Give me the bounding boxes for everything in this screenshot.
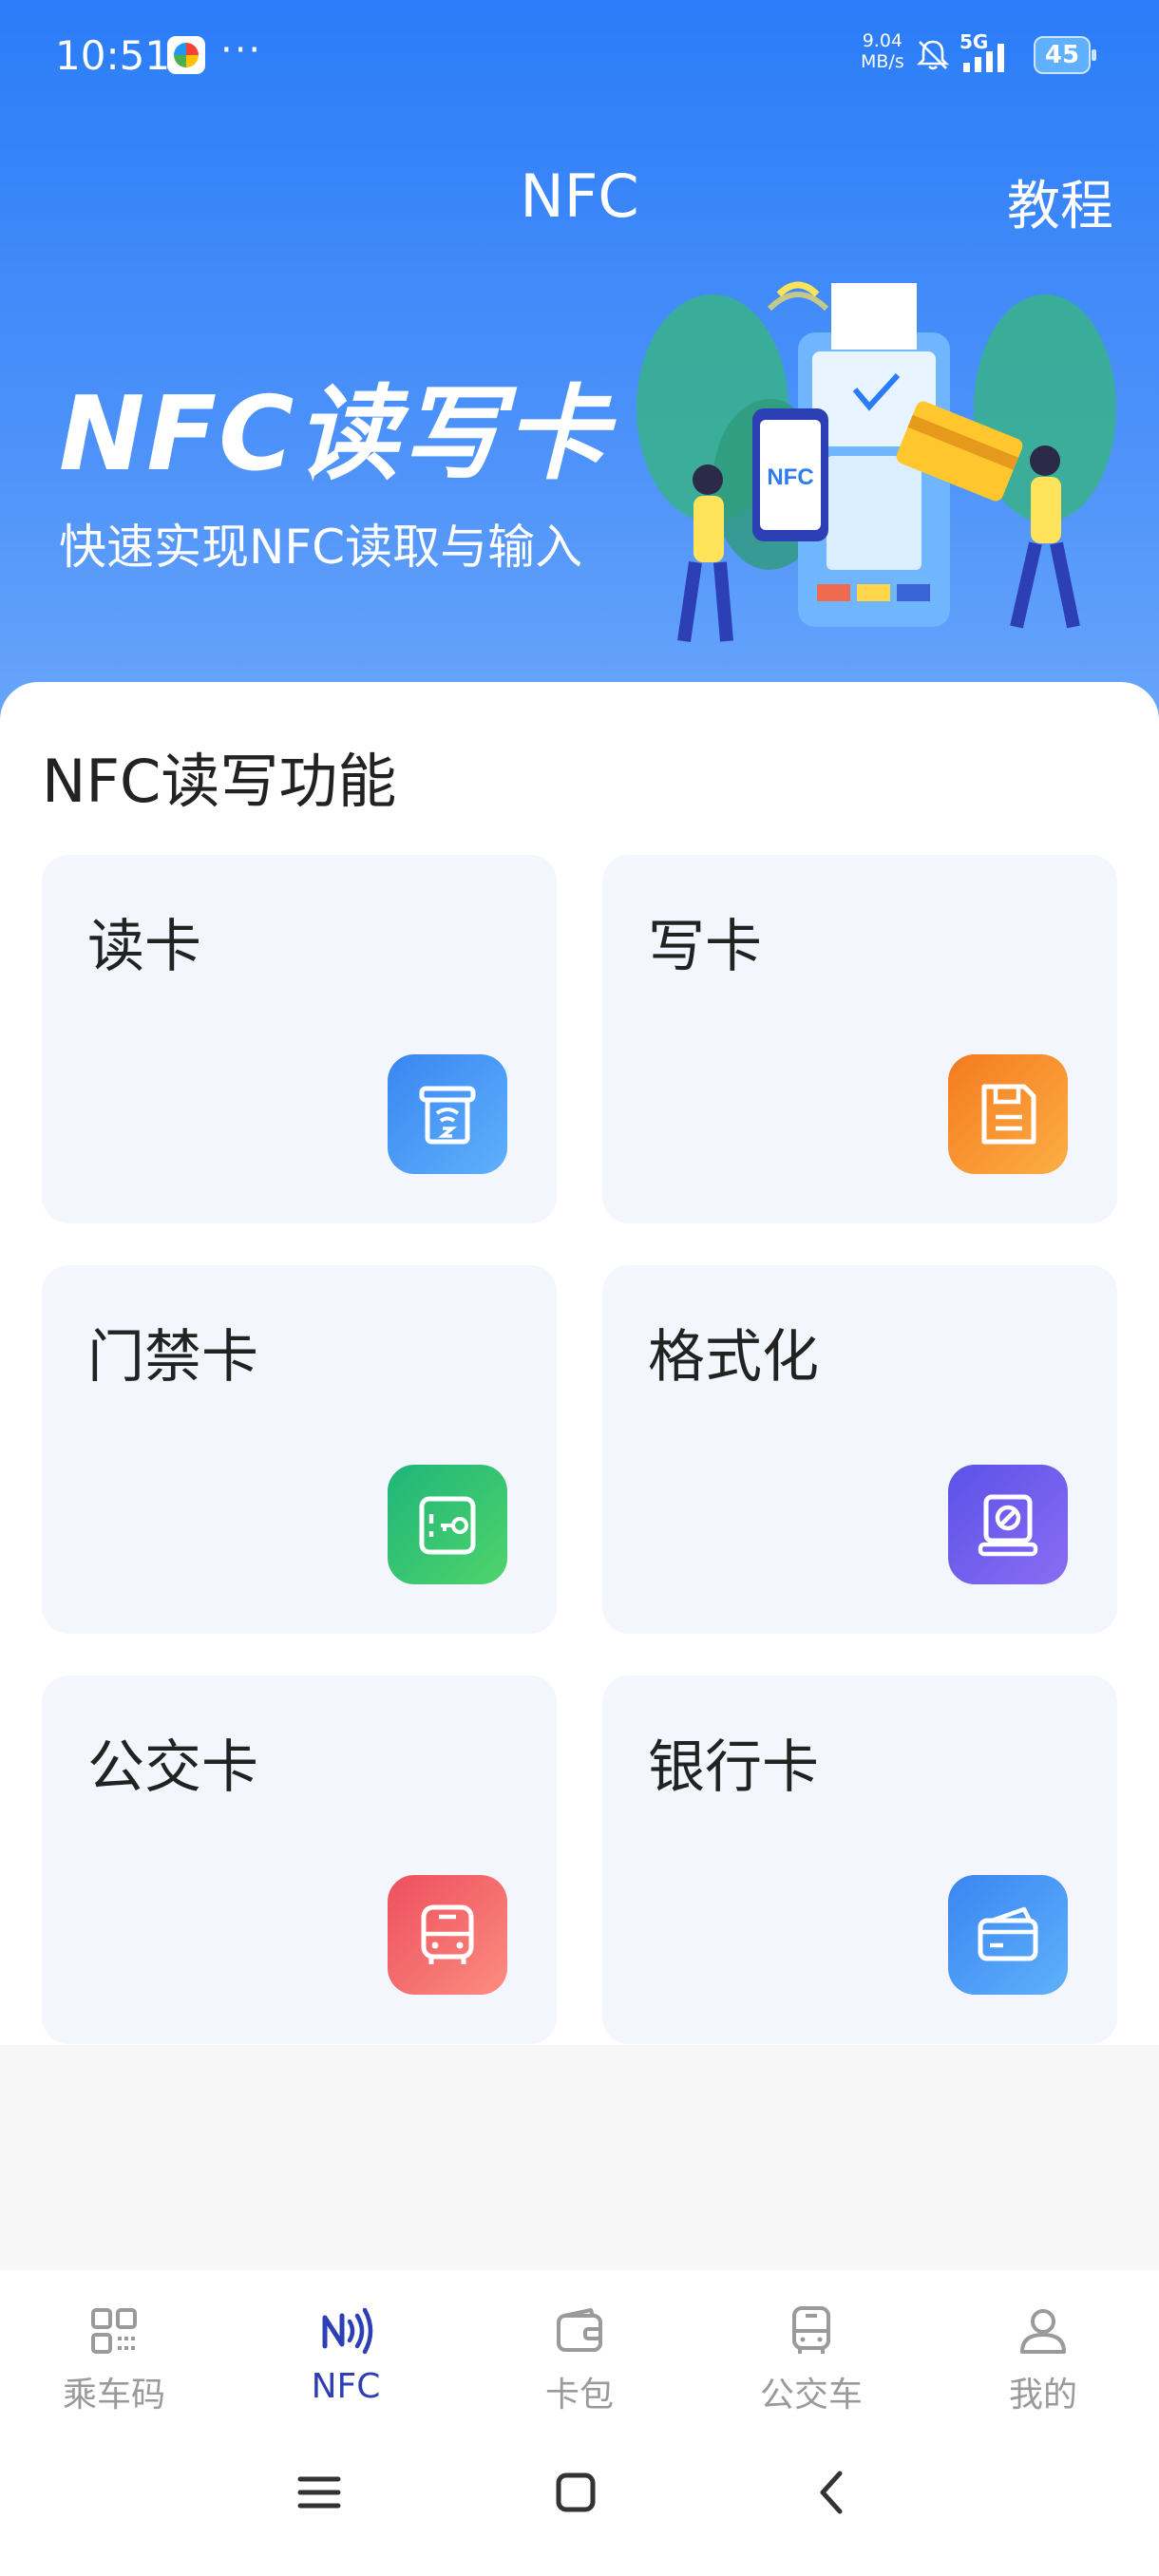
status-bar: 10:51 ··· 9.04 MB/s 5G 45: [0, 0, 1159, 114]
tab-mine[interactable]: 我的: [948, 2302, 1138, 2416]
banner-subtitle: 快速实现NFC读取与输入: [59, 520, 583, 575]
tab-nfc[interactable]: NFC: [251, 2302, 441, 2406]
access-key-icon: [388, 1465, 507, 1584]
qr-code-icon: [91, 2308, 137, 2354]
home-icon[interactable]: [547, 2464, 604, 2521]
tab-ride-code[interactable]: 乘车码: [19, 2302, 209, 2416]
floppy-disk-icon: [948, 1054, 1068, 1174]
tile-format[interactable]: 格式化: [602, 1265, 1117, 1634]
bank-card-icon: [948, 1875, 1068, 1995]
more-notifications-indicator: ···: [220, 28, 263, 72]
header: 10:51 ··· 9.04 MB/s 5G 45 NFC 教程 NFC读写卡 …: [0, 0, 1159, 741]
tab-label: 卡包: [544, 2376, 614, 2415]
nfc-payment-illustration: NFC: [636, 281, 1116, 643]
tile-access-card[interactable]: 门禁卡: [42, 1265, 557, 1634]
illustration-label: NFC: [767, 464, 813, 490]
nfc-icon: [322, 2307, 373, 2355]
tile-label: 读卡: [87, 914, 201, 980]
tile-label: 写卡: [648, 914, 762, 980]
tutorial-button[interactable]: 教程: [1007, 163, 1113, 240]
function-panel: NFC读写功能 读卡 写卡 门禁卡 格式化 公交卡 银行卡: [0, 682, 1159, 2045]
tab-bus[interactable]: 公交车: [716, 2302, 906, 2416]
tile-label: 公交卡: [87, 1734, 258, 1801]
tab-wallet[interactable]: 卡包: [484, 2302, 674, 2416]
tile-bus-card[interactable]: 公交卡: [42, 1676, 557, 2044]
app-notification-icon: [167, 36, 205, 74]
tile-bank-card[interactable]: 银行卡: [602, 1676, 1117, 2044]
tile-label: 格式化: [648, 1324, 819, 1391]
bottom-tab-bar: 乘车码 NFC 卡包 公交车 我的: [0, 2270, 1159, 2430]
network-speed: 9.04 MB/s: [861, 30, 904, 72]
menu-icon[interactable]: [291, 2464, 348, 2521]
back-icon[interactable]: [804, 2464, 861, 2521]
network-speed-unit: MB/s: [861, 51, 904, 72]
tab-label: 公交车: [759, 2376, 863, 2415]
bus-icon: [792, 2306, 830, 2354]
section-title: NFC读写功能: [42, 747, 397, 816]
tile-read-card[interactable]: 读卡: [42, 855, 557, 1223]
tab-label: NFC: [311, 2367, 381, 2406]
format-icon: [948, 1465, 1068, 1584]
bus-icon: [388, 1875, 507, 1995]
tile-label: 门禁卡: [87, 1324, 258, 1391]
network-speed-value: 9.04: [862, 30, 903, 51]
tab-label: 我的: [1008, 2376, 1077, 2415]
signal-icon: [963, 44, 1004, 72]
user-icon: [1020, 2309, 1066, 2354]
tile-label: 银行卡: [648, 1734, 819, 1801]
tab-label: 乘车码: [62, 2376, 165, 2415]
card-reader-icon: [388, 1054, 507, 1174]
page-title: NFC: [520, 161, 639, 231]
bell-muted-icon: [916, 40, 950, 70]
status-time: 10:51: [55, 32, 171, 79]
system-navigation-bar: [0, 2430, 1159, 2576]
battery-indicator: 45: [1034, 36, 1096, 74]
wallet-icon: [557, 2308, 602, 2352]
banner-title: NFC读写卡: [59, 375, 610, 494]
tile-write-card[interactable]: 写卡: [602, 855, 1117, 1223]
